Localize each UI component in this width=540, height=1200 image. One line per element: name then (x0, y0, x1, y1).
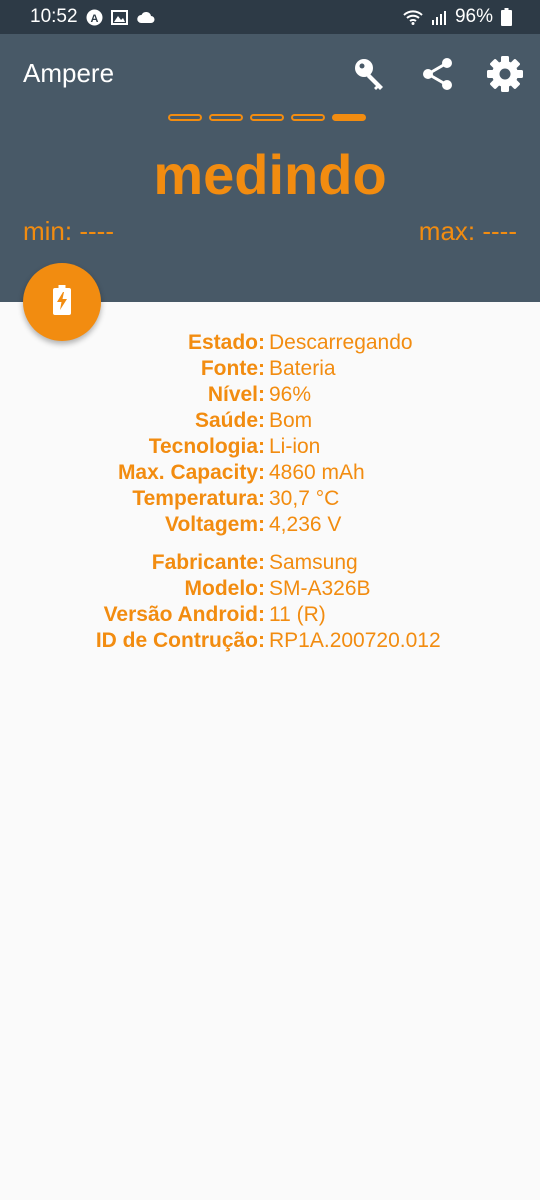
info-row-tecnologia: Tecnologia: Li-ion (0, 434, 540, 460)
info-label: Fabricante: (151, 551, 265, 574)
info-value: Samsung (269, 551, 358, 574)
info-label: Saúde: (194, 409, 265, 432)
svg-text:A: A (90, 13, 98, 25)
battery-charging-icon (52, 284, 72, 320)
info-row-fonte: Fonte: Bateria (0, 356, 540, 382)
cloud-icon (136, 11, 155, 24)
info-value: SM-A326B (269, 577, 371, 600)
info-row-build-id: ID de Contrução: RP1A.200720.012 (0, 628, 540, 654)
info-value: Li-ion (269, 435, 321, 458)
max-reading: max: ---- (418, 216, 517, 246)
info-label: Fonte: (200, 357, 265, 380)
indicator-dot (250, 114, 284, 121)
info-label: Max. Capacity: (117, 461, 265, 484)
info-label: Modelo: (184, 577, 265, 600)
info-value: 4860 mAh (269, 461, 365, 484)
battery-icon (501, 8, 512, 26)
app-title: Ampere (23, 58, 115, 88)
current-reading: medindo (153, 143, 387, 206)
min-reading: min: ---- (23, 216, 114, 246)
settings-icon[interactable] (485, 54, 525, 94)
clock: 10:52 (30, 6, 78, 27)
info-row-saude: Saúde: Bom (0, 408, 540, 434)
info-label: Voltagem: (165, 513, 265, 536)
measurement-progress-indicator (168, 114, 366, 121)
info-value: Descarregando (269, 331, 413, 354)
info-row-voltagem: Voltagem: 4,236 V (0, 512, 540, 538)
info-value: 4,236 V (269, 513, 342, 536)
info-label: ID de Contrução: (95, 629, 265, 652)
info-label: Tecnologia: (148, 435, 265, 458)
app-header: Ampere medindo min: ---- max: ---- (0, 34, 540, 302)
info-label: Nível: (207, 383, 265, 406)
status-bar: 10:52 A 96% (0, 0, 540, 34)
info-row-nivel: Nível: 96% (0, 382, 540, 408)
info-row-capacity: Max. Capacity: 4860 mAh (0, 460, 540, 486)
indicator-dot (168, 114, 202, 121)
info-value: 11 (R) (269, 603, 326, 626)
image-icon (110, 9, 128, 25)
key-icon[interactable] (350, 54, 390, 94)
info-value: RP1A.200720.012 (269, 629, 441, 652)
signal-icon (431, 10, 447, 25)
status-bar-left: 10:52 A (30, 6, 155, 28)
info-row-estado: Estado: Descarregando (0, 330, 540, 356)
battery-info-list: Estado: Descarregando Fonte: Bateria Nível… (0, 330, 540, 654)
info-row-fabricante: Fabricante: Samsung (0, 550, 540, 576)
info-row-modelo: Modelo: SM-A326B (0, 576, 540, 602)
wifi-icon (403, 9, 423, 25)
info-value: 30,7 °C (269, 487, 340, 510)
indicator-dot (291, 114, 325, 121)
status-bar-right: 96% (403, 6, 512, 28)
info-row-temperatura: Temperatura: 30,7 °C (0, 486, 540, 512)
info-label: Estado: (187, 331, 265, 354)
info-label: Temperatura: (132, 487, 265, 510)
info-value: Bateria (269, 357, 336, 380)
indicator-dot (209, 114, 243, 121)
info-value: 96% (269, 383, 312, 406)
indicator-dot-active (332, 114, 366, 121)
info-value: Bom (269, 409, 313, 432)
info-label: Versão Android: (103, 603, 265, 626)
info-row-android-version: Versão Android: 11 (R) (0, 602, 540, 628)
a-circle-icon: A (86, 9, 103, 26)
share-icon[interactable] (418, 54, 458, 94)
battery-percent: 96% (454, 6, 493, 27)
